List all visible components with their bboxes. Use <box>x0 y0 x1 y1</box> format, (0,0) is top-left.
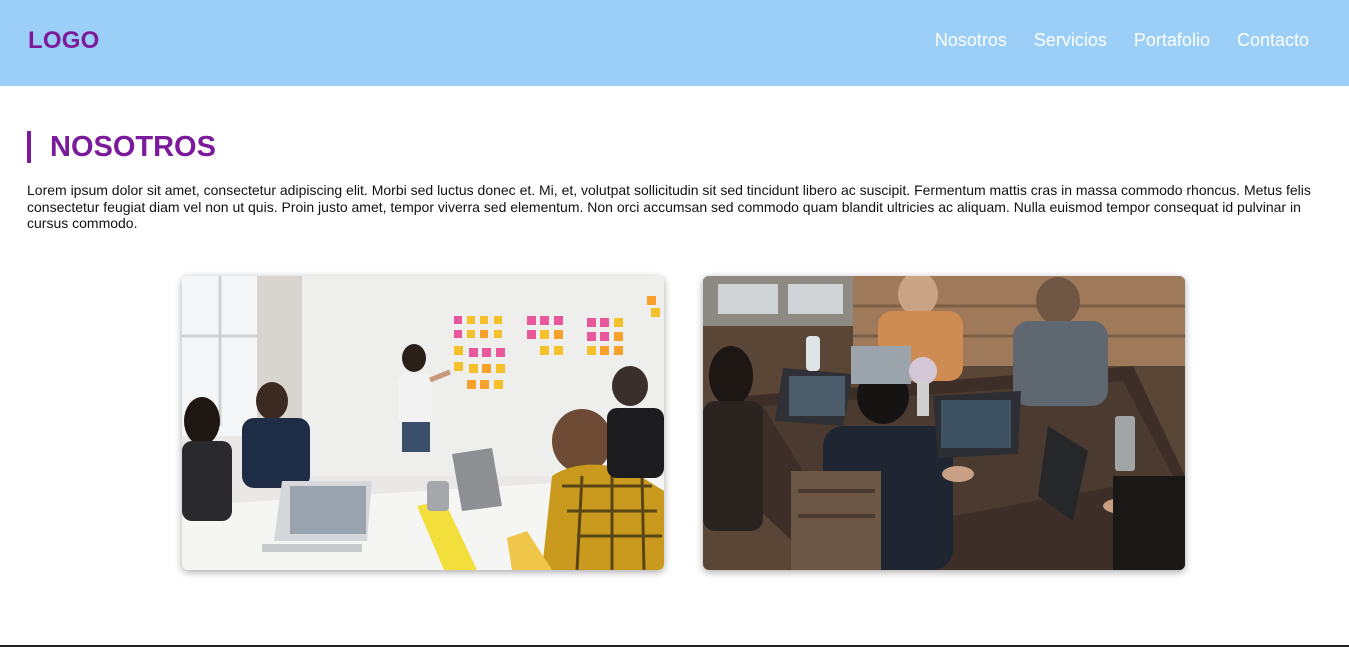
team-meeting-photo <box>182 276 664 570</box>
nav-link-nosotros[interactable]: Nosotros <box>935 29 1007 51</box>
nav-link-portafolio[interactable]: Portafolio <box>1134 29 1210 51</box>
section-title: NOSOTROS <box>27 131 216 163</box>
coworking-photo <box>703 276 1185 570</box>
nav-link-contacto[interactable]: Contacto <box>1237 29 1309 51</box>
logo[interactable]: LOGO <box>28 27 99 55</box>
top-header: LOGO Nosotros Servicios Portafolio Conta… <box>0 0 1349 86</box>
nav-link-servicios[interactable]: Servicios <box>1034 29 1107 51</box>
main-nav: Nosotros Servicios Portafolio Contacto <box>935 29 1309 51</box>
section-paragraph: Lorem ipsum dolor sit amet, consectetur … <box>27 182 1311 231</box>
